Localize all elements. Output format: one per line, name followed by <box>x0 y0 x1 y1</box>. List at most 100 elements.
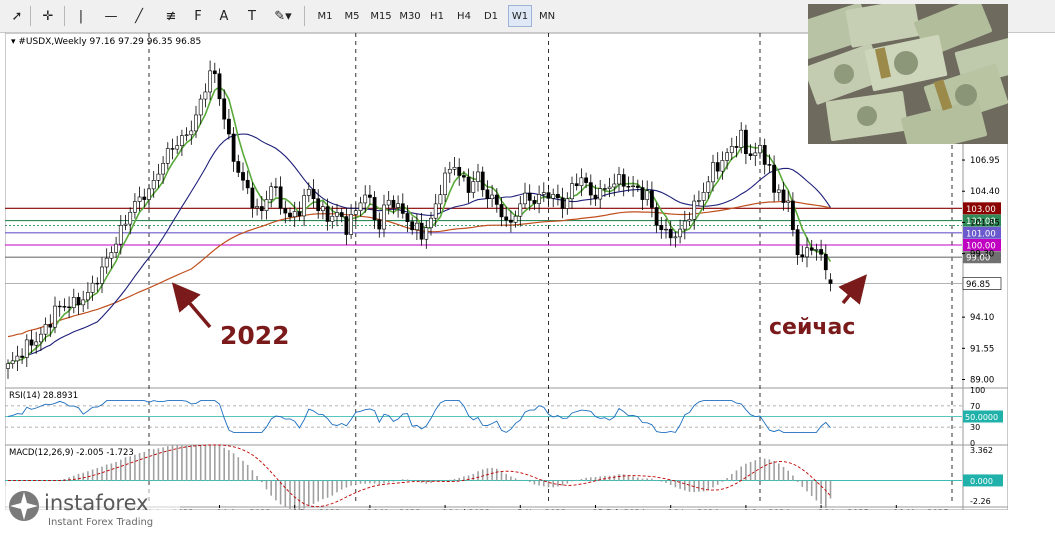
svg-text:Instant Forex Trading: Instant Forex Trading <box>48 517 153 528</box>
timeframe-h4-button[interactable]: H4 <box>452 5 476 27</box>
candle-body <box>123 223 128 226</box>
candle-body <box>410 221 415 231</box>
shapes-dropdown-icon[interactable]: ✎▾ <box>268 5 298 27</box>
candle-body <box>513 215 518 223</box>
timeframe-m1-button[interactable]: M1 <box>313 5 337 27</box>
candle-body <box>38 333 43 343</box>
candle-body <box>654 207 659 226</box>
candle-body <box>682 220 687 230</box>
candle-body <box>814 249 819 251</box>
fibo-channel-icon[interactable]: ≢ <box>160 5 182 27</box>
timeframe-d1-button[interactable]: D1 <box>479 5 503 27</box>
candle-body <box>649 190 654 208</box>
candle-body <box>729 146 734 154</box>
candle-body <box>259 206 264 211</box>
vertical-line-icon[interactable]: | <box>72 5 90 27</box>
x-tick-label: 26 Mar 2023 <box>367 509 421 510</box>
candle-body <box>584 177 589 183</box>
crosshair-icon[interactable]: ✛ <box>35 5 61 27</box>
candle-body <box>400 203 405 214</box>
candle-body <box>593 194 598 200</box>
candle-body <box>62 306 67 308</box>
candle-body <box>692 200 697 220</box>
candle-body <box>706 181 711 193</box>
x-tick-label: 16 Jul 2023 <box>442 509 490 510</box>
candle-body <box>438 194 443 205</box>
fibo-retracement-icon[interactable]: F <box>188 5 208 27</box>
candle-body <box>358 202 363 211</box>
candle-body <box>555 194 560 199</box>
candle-body <box>241 172 245 181</box>
text-icon[interactable]: A <box>214 5 234 27</box>
timeframe-m15-button[interactable]: M15 <box>367 5 395 27</box>
candle-body <box>494 194 499 205</box>
candle-body <box>532 200 537 204</box>
timeframe-h1-button[interactable]: H1 <box>425 5 449 27</box>
toolbar-separator <box>304 6 305 26</box>
candle-body <box>753 152 758 156</box>
x-tick-label: 18 May 2025 <box>893 509 948 510</box>
candle-body <box>133 201 137 213</box>
timeframe-mn-button[interactable]: MN <box>535 5 559 27</box>
candle-body <box>198 98 203 116</box>
candle-body <box>781 189 786 203</box>
candle-body <box>476 171 480 182</box>
candle-body <box>668 228 673 239</box>
x-tick-label: 4 Dec 2022 <box>292 509 341 510</box>
candle-body <box>43 324 48 335</box>
macd-label: MACD(12,26,9) -2.005 -1.723 <box>9 448 134 458</box>
candle-body <box>523 192 527 205</box>
annotation-2022: 2022 <box>220 321 290 350</box>
candle-body <box>231 133 236 162</box>
candle-body <box>696 200 701 202</box>
candle-body <box>701 192 706 201</box>
candle-body <box>269 186 274 200</box>
candle-body <box>819 249 824 255</box>
timeframe-w1-button[interactable]: W1 <box>508 5 532 27</box>
candle-body <box>795 229 800 256</box>
candle-body <box>457 166 462 176</box>
candle-body <box>137 196 142 202</box>
candle-body <box>382 204 386 230</box>
candle-body <box>433 203 438 219</box>
candle-body <box>57 305 62 308</box>
timeframe-m5-button[interactable]: M5 <box>340 5 364 27</box>
candle-body <box>711 162 715 183</box>
candle-body <box>541 192 546 195</box>
candle-body <box>236 161 241 173</box>
candle-body <box>461 175 466 178</box>
candle-body <box>405 213 410 222</box>
horizontal-line-icon[interactable]: — <box>100 5 122 27</box>
rsi-panel <box>4 387 1009 447</box>
candle-body <box>414 222 419 231</box>
candle-body <box>739 129 744 148</box>
macd-tick-label: 0.000 <box>970 477 993 486</box>
candle-body <box>203 91 208 100</box>
candle-body <box>156 173 161 181</box>
candle-body <box>570 183 574 200</box>
candle-body <box>607 186 612 189</box>
candle-body <box>255 206 260 209</box>
candle-body <box>297 211 302 217</box>
timeframe-m30-button[interactable]: M30 <box>396 5 424 27</box>
trendline-icon[interactable]: ╱ <box>128 5 150 27</box>
candle-body <box>15 355 20 362</box>
candle-body <box>344 216 349 235</box>
candle-body <box>363 194 368 204</box>
text-label-icon[interactable]: T <box>242 5 262 27</box>
candle-body <box>560 197 565 209</box>
candle-body <box>349 214 354 235</box>
candle-body <box>367 194 372 198</box>
candle-body <box>823 254 828 271</box>
candle-body <box>165 148 170 164</box>
banknote-stacks <box>808 4 1008 144</box>
rsi-tick-label: 100 <box>970 386 985 395</box>
candle-body <box>292 211 297 218</box>
annotation-now: сейчас <box>769 315 855 340</box>
candle-body <box>499 204 504 218</box>
rsi-tick-label: 30 <box>970 423 980 432</box>
candle-body <box>67 306 72 309</box>
candle-body <box>673 236 678 239</box>
cursor-icon[interactable]: ➚ <box>6 5 28 27</box>
candle-body <box>189 130 194 136</box>
